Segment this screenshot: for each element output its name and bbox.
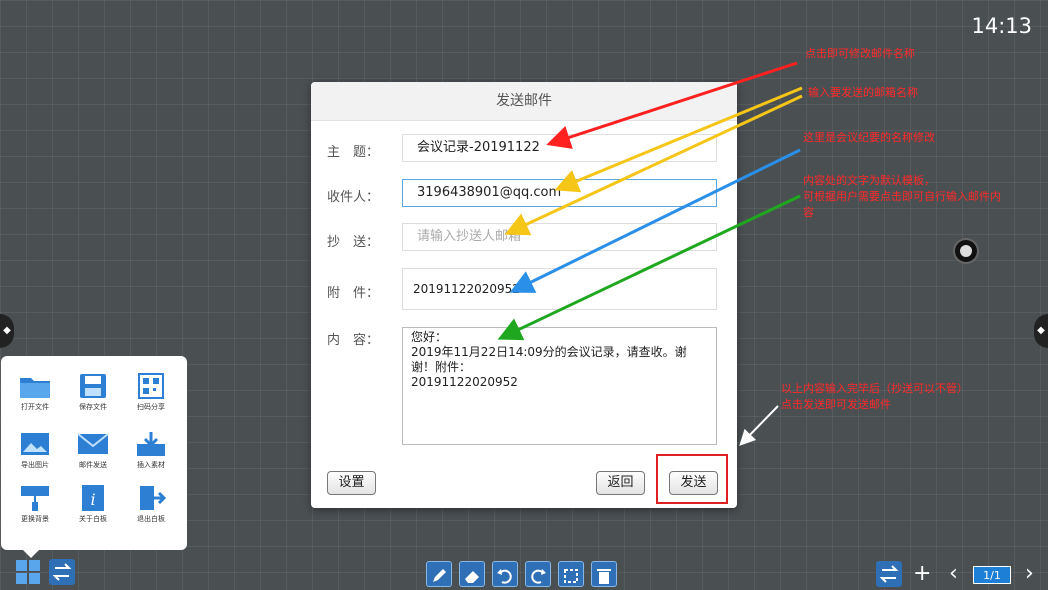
download-tray-icon bbox=[137, 432, 165, 456]
svg-text:i: i bbox=[90, 490, 95, 509]
arrow-send bbox=[739, 405, 779, 446]
menu-save-file[interactable]: 保存文件 bbox=[65, 372, 121, 412]
menu-label: 退出白板 bbox=[137, 515, 165, 523]
menu-label: 扫码分享 bbox=[137, 403, 165, 411]
add-page-icon[interactable]: + bbox=[913, 562, 931, 586]
menu-exit[interactable]: 退出白板 bbox=[123, 484, 179, 524]
send-email-dialog: 发送邮件 主 题： 会议记录-20191122 收件人： 3196438901@… bbox=[311, 82, 737, 508]
content-label: 内 容： bbox=[327, 333, 380, 348]
menu-label: 更换背景 bbox=[21, 515, 49, 523]
redo-button[interactable] bbox=[525, 561, 551, 587]
select-box-icon bbox=[564, 568, 578, 583]
left-edge-handle[interactable]: ◆ bbox=[0, 314, 14, 348]
menu-label: 保存文件 bbox=[79, 403, 107, 411]
undo-button[interactable] bbox=[492, 561, 518, 587]
send-button[interactable]: 发送 bbox=[669, 471, 718, 495]
floating-ball-button[interactable] bbox=[955, 240, 977, 262]
note-send-2: 点击发送即可发送邮件 bbox=[781, 398, 891, 411]
grid-menu-icon[interactable] bbox=[15, 559, 41, 585]
note-content-2: 可根据用户需要点击即可自行输入邮件内 bbox=[803, 190, 1001, 203]
recipient-label: 收件人： bbox=[327, 190, 380, 205]
menu-send-mail[interactable]: 邮件发送 bbox=[65, 430, 121, 470]
recipient-input[interactable]: 3196438901@qq.com bbox=[402, 179, 717, 207]
pen-icon bbox=[433, 568, 446, 582]
menu-label: 关于白板 bbox=[79, 515, 107, 523]
menu-export-image[interactable]: 导出图片 bbox=[7, 430, 63, 470]
attachment-field[interactable]: 20191122020952 bbox=[402, 268, 717, 310]
trash-icon bbox=[597, 568, 611, 584]
folder-icon bbox=[20, 378, 50, 398]
switch-icon[interactable] bbox=[876, 561, 902, 587]
eraser-tool-button[interactable] bbox=[459, 561, 485, 587]
qr-code-icon bbox=[138, 373, 164, 399]
menu-label: 邮件发送 bbox=[79, 461, 107, 469]
redo-icon bbox=[531, 568, 546, 584]
next-page-icon[interactable]: › bbox=[1025, 562, 1034, 586]
bottom-toolbar: + ‹ › bbox=[0, 556, 1048, 590]
swap-icon[interactable] bbox=[49, 559, 75, 585]
delete-button[interactable] bbox=[591, 561, 617, 587]
content-line: 谢！附件： bbox=[411, 360, 472, 374]
back-button[interactable]: 返回 bbox=[596, 471, 645, 495]
exit-icon bbox=[140, 486, 167, 510]
image-icon bbox=[21, 433, 49, 455]
cc-input[interactable]: 请输入抄送人邮箱 bbox=[402, 223, 717, 251]
dialog-title: 发送邮件 bbox=[311, 82, 737, 121]
eraser-icon bbox=[465, 570, 479, 583]
whiteboard-menu: 打开文件 保存文件 扫码分享 导出图片 邮件发送 插入素材 更换背景 i 关于白… bbox=[1, 356, 187, 558]
paint-roller-icon bbox=[21, 486, 49, 511]
content-line: 20191122020952 bbox=[411, 375, 518, 389]
menu-insert-material[interactable]: 插入素材 bbox=[123, 430, 179, 470]
menu-qr-share[interactable]: 扫码分享 bbox=[123, 372, 179, 412]
content-line: 2019年11月22日14:09分的会议记录，请查收。谢 bbox=[411, 345, 687, 359]
prev-page-icon[interactable]: ‹ bbox=[949, 562, 958, 586]
menu-label: 导出图片 bbox=[21, 461, 49, 469]
subject-label: 主 题： bbox=[327, 145, 380, 160]
cc-label: 抄 送： bbox=[327, 235, 380, 250]
pen-tool-button[interactable] bbox=[426, 561, 452, 587]
save-icon bbox=[80, 374, 106, 398]
undo-icon bbox=[497, 568, 512, 584]
menu-label: 打开文件 bbox=[21, 403, 49, 411]
menu-open-file[interactable]: 打开文件 bbox=[7, 372, 63, 412]
right-edge-handle[interactable]: ◆ bbox=[1034, 314, 1048, 348]
attachment-label: 附 件： bbox=[327, 286, 380, 301]
clock: 14:13 bbox=[971, 14, 1032, 38]
select-tool-button[interactable] bbox=[558, 561, 584, 587]
note-attachment: 这里是会议纪要的名称修改 bbox=[803, 131, 935, 144]
note-content-1: 内容处的文字为默认模板， bbox=[803, 174, 935, 187]
mail-icon bbox=[77, 433, 109, 454]
menu-change-background[interactable]: 更换背景 bbox=[7, 484, 63, 524]
note-subject: 点击即可修改邮件名称 bbox=[805, 47, 915, 60]
note-recipient: 输入要发送的邮箱名称 bbox=[808, 86, 918, 99]
subject-input[interactable]: 会议记录-20191122 bbox=[402, 134, 717, 162]
note-send-1: 以上内容输入完毕后（抄送可以不管） bbox=[781, 382, 968, 395]
content-line: 您好： bbox=[411, 330, 448, 344]
menu-about[interactable]: i 关于白板 bbox=[65, 484, 121, 524]
note-content-3: 容 bbox=[803, 206, 814, 219]
menu-label: 插入素材 bbox=[137, 461, 165, 469]
info-icon: i bbox=[82, 485, 104, 511]
page-indicator[interactable]: 1/1 bbox=[973, 566, 1011, 584]
content-textarea[interactable]: 您好： 2019年11月22日14:09分的会议记录，请查收。谢 谢！附件： 2… bbox=[402, 327, 717, 445]
settings-button[interactable]: 设置 bbox=[327, 471, 376, 495]
